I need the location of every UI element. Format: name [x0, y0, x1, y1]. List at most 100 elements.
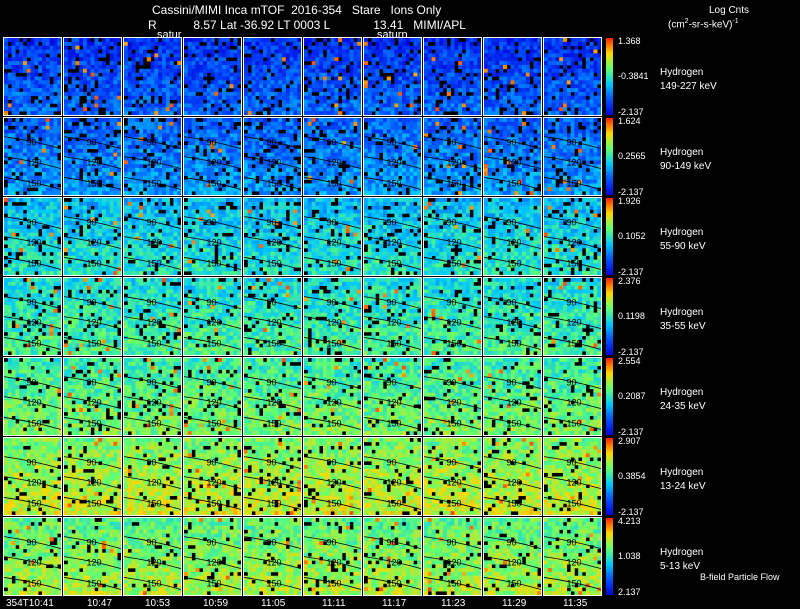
- pitch-label: 90: [327, 538, 337, 548]
- pitch-label: 90: [267, 218, 277, 228]
- pitch-label: 90: [27, 218, 37, 228]
- pitch-label: 90: [567, 218, 577, 228]
- pitch-label: 120: [27, 238, 42, 248]
- pitch-label: 150: [567, 578, 582, 588]
- pitch-label: 150: [447, 178, 462, 188]
- pitch-label: 120: [147, 478, 162, 488]
- pitch-label: 90: [27, 298, 37, 308]
- pitch-label: 120: [267, 398, 282, 408]
- pitch-label: 150: [87, 498, 102, 508]
- pitch-label: 150: [327, 178, 342, 188]
- pitch-label: 120: [507, 558, 522, 568]
- pitch-label: 150: [387, 498, 402, 508]
- pitch-label: 90: [447, 298, 457, 308]
- time-tick-label: 11:17: [382, 598, 407, 609]
- panel-species-label: Hydrogen 35-55 keV: [660, 307, 706, 332]
- pitch-label: 90: [147, 458, 157, 468]
- pitch-label: 90: [507, 298, 517, 308]
- pitch-label: 120: [87, 398, 102, 408]
- pitch-label: 120: [87, 238, 102, 248]
- pitch-label: 150: [27, 418, 42, 428]
- pitch-label: 90: [147, 138, 157, 148]
- pitch-label: 150: [27, 498, 42, 508]
- colorbar: [606, 438, 613, 515]
- pitch-label: 150: [27, 338, 42, 348]
- pitch-label: 90: [507, 218, 517, 228]
- pitch-label: 90: [147, 378, 157, 388]
- time-tick-label: 10:47: [87, 598, 113, 609]
- pitch-label: 120: [447, 238, 462, 248]
- pitch-label: 90: [267, 378, 277, 388]
- pitch-label: 120: [147, 238, 162, 248]
- time-tick-label: 11:05: [261, 598, 286, 609]
- heatmap-cell-r0-c0: [4, 38, 62, 116]
- pitch-label: 90: [147, 538, 157, 548]
- pitch-label: 150: [147, 258, 162, 268]
- pitch-label: 120: [147, 558, 162, 568]
- pitch-label: 150: [87, 338, 102, 348]
- pitch-label: 150: [207, 498, 222, 508]
- pitch-label: 120: [267, 558, 282, 568]
- pitch-label: 90: [567, 458, 577, 468]
- pitch-label: 120: [207, 558, 222, 568]
- panel-species-label: Hydrogen 24-35 keV: [660, 387, 706, 412]
- pitch-label: 120: [87, 558, 102, 568]
- pitch-label: 150: [147, 338, 162, 348]
- pitch-label: 150: [327, 498, 342, 508]
- pitch-label: 150: [207, 178, 222, 188]
- colorbar-mid: 1.038: [618, 550, 641, 561]
- pitch-label: 90: [567, 378, 577, 388]
- colorbar-min: 2.137: [618, 587, 641, 597]
- pitch-label: 120: [507, 158, 522, 168]
- pitch-label: 90: [87, 538, 97, 548]
- pitch-label: 150: [87, 258, 102, 268]
- time-tick-label: 11:23: [441, 598, 466, 609]
- pitch-label: 150: [267, 418, 282, 428]
- pitch-label: 150: [27, 258, 42, 268]
- pitch-label: 150: [567, 418, 582, 428]
- pitch-label: 90: [327, 458, 337, 468]
- time-tick-label: 11:11: [322, 598, 346, 609]
- pitch-label: 120: [387, 478, 402, 488]
- pitch-label: 120: [207, 238, 222, 248]
- colorbar-mid: -0.3841: [618, 70, 649, 81]
- pitch-label: 120: [87, 158, 102, 168]
- pitch-label: 120: [27, 398, 42, 408]
- colorbar: [606, 198, 613, 275]
- pitch-label: 120: [327, 238, 342, 248]
- colorbar-mid: 0.1198: [618, 310, 645, 321]
- pitch-label: 150: [27, 578, 42, 588]
- time-tick-label: 10:59: [203, 598, 229, 609]
- time-tick-label: 354T10:41: [6, 598, 54, 609]
- pitch-label: 90: [267, 458, 277, 468]
- pitch-label: 150: [267, 338, 282, 348]
- pitch-label: 90: [387, 218, 397, 228]
- pitch-label: 120: [507, 318, 522, 328]
- pitch-label: 120: [567, 158, 582, 168]
- pitch-label: 150: [447, 258, 462, 268]
- pitch-label: 150: [267, 578, 282, 588]
- colorbar: [606, 358, 613, 435]
- pitch-label: 90: [387, 138, 397, 148]
- pitch-label: 90: [447, 538, 457, 548]
- pitch-label: 90: [207, 218, 217, 228]
- pitch-label: 150: [567, 258, 582, 268]
- pitch-label: 150: [327, 578, 342, 588]
- pitch-label: 150: [267, 498, 282, 508]
- pitch-label: 120: [27, 158, 42, 168]
- pitch-label: 90: [507, 378, 517, 388]
- pitch-label: 120: [87, 478, 102, 488]
- colorbar: [606, 38, 613, 115]
- pitch-label: 120: [267, 238, 282, 248]
- heatmap-cell-r0-c8: [484, 38, 542, 116]
- pitch-label: 90: [327, 298, 337, 308]
- pitch-label: 120: [447, 398, 462, 408]
- pitch-label: 120: [87, 318, 102, 328]
- pitch-label: 120: [147, 398, 162, 408]
- pitch-label: 120: [27, 478, 42, 488]
- heatmap-cell-r0-c7: [424, 38, 482, 116]
- pitch-label: 150: [387, 258, 402, 268]
- heatmap-cell-r0-c6: [364, 38, 422, 116]
- pitch-label: 150: [507, 578, 522, 588]
- pitch-label: 120: [447, 478, 462, 488]
